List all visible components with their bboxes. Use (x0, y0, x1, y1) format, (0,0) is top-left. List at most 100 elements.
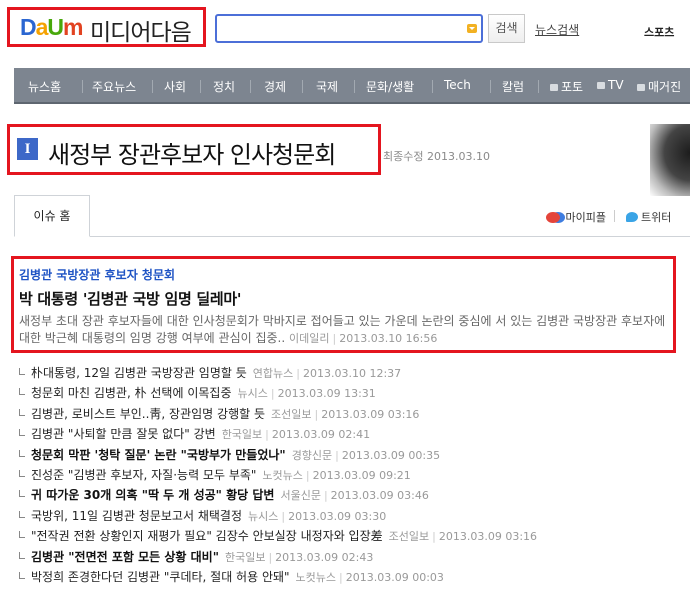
nav-item-photo[interactable]: 포토 (550, 78, 583, 95)
nav-item-world[interactable]: 국제 (316, 78, 338, 95)
meta-divider: | (339, 570, 343, 584)
featured-category-link[interactable]: 김병관 국방장관 후보자 청문회 (19, 266, 175, 283)
logo-letter: D (20, 14, 37, 40)
list-item: 귀 따가운 30개 의혹 "딱 두 개 성공" 황당 답변 서울신문 | 2013.0… (17, 485, 687, 505)
list-item: 청문회 마친 김병관, 朴 선택에 이목집중 뉴시스 | 2013.03.09 13:… (17, 383, 687, 403)
nav-item-main-news[interactable]: 주요뉴스 (92, 78, 136, 95)
share-divider (614, 210, 615, 222)
daum-logo[interactable]: DaUm (20, 14, 84, 41)
twitter-share-button[interactable]: 트위터 (626, 209, 671, 225)
meta-divider: | (265, 428, 269, 442)
article-title-link[interactable]: 김병관 "전면전 포함 모든 상황 대비" (31, 550, 219, 564)
logo-highlight-box[interactable]: DaUm 미디어다음 (7, 7, 206, 47)
meta-divider: | (335, 448, 339, 462)
mypeople-label: 마이피플 (565, 211, 606, 224)
nav-divider (354, 80, 355, 93)
nav-item-tech[interactable]: Tech (444, 78, 471, 92)
list-bullet-icon (19, 490, 25, 498)
search-input[interactable] (215, 14, 483, 43)
logo-letter: m (63, 14, 83, 40)
article-title-link[interactable]: 김병관, 로비스트 부인..靑, 장관임명 강행할 듯 (31, 407, 265, 421)
nav-item-label: 포토 (561, 80, 584, 94)
news-search-link[interactable]: 뉴스검색 (535, 21, 579, 38)
meta-divider: | (281, 509, 286, 523)
article-title-link[interactable]: 진성준 "김병관 후보자, 자질·능력 모두 부족" (31, 468, 256, 482)
article-date: 2013.03.09 13:31 (277, 387, 376, 401)
article-title-link[interactable]: 국방위, 11일 김병관 청문보고서 채택결정 (31, 509, 242, 523)
tab-issue-home[interactable]: 이슈 홈 (14, 195, 90, 237)
logo-letter: a (35, 14, 49, 40)
mypeople-share-button[interactable]: 마이피플 (546, 209, 606, 225)
article-title-link[interactable]: 청문회 마친 김병관, 朴 선택에 이목집중 (31, 386, 232, 400)
article-date: 2013.03.09 00:35 (341, 448, 441, 462)
featured-headline-link[interactable]: 박 대통령 '김병관 국방 임명 딜레마' (19, 288, 242, 309)
dropdown-arrow-icon[interactable] (467, 24, 477, 33)
list-bullet-icon (19, 368, 25, 375)
article-date: 2013.03.09 02:43 (275, 550, 374, 564)
article-source: 노컷뉴스 (295, 570, 337, 584)
sports-link[interactable]: 스포츠 (644, 24, 674, 40)
article-source: 뉴시스 (247, 509, 279, 523)
article-title-link[interactable]: 박정희 존경한다던 김병관 "쿠데타, 절대 허용 안돼" (31, 570, 290, 584)
article-date: 2013.03.10 12:37 (302, 367, 402, 380)
list-item: 朴대통령, 12일 김병관 국방장관 임명할 듯 연합뉴스 | 2013.03.10 … (17, 363, 687, 383)
article-source: 조선일보 (271, 407, 312, 421)
nav-divider (538, 80, 539, 93)
list-bullet-icon (19, 449, 25, 457)
nav-item-politics[interactable]: 정치 (213, 78, 235, 95)
list-item: 국방위, 11일 김병관 청문보고서 채택결정 뉴시스 | 2013.03.09 03… (17, 506, 687, 526)
article-source: 서울신문 (280, 489, 321, 503)
list-bullet-icon (19, 429, 25, 437)
article-date: 2013.03.09 03:16 (438, 530, 538, 544)
list-bullet-icon (19, 551, 25, 559)
nav-item-news-home[interactable]: 뉴스홈 (28, 78, 61, 95)
featured-source: 이데일리 (289, 332, 330, 345)
list-item: 진성준 "김병관 후보자, 자질·능력 모두 부족" 노컷뉴스 | 2013.03.0… (17, 465, 687, 485)
list-item: "전작권 전환 상황인지 재평가 필요" 김장수 안보실장 내정자와 입장差 조선… (17, 526, 687, 546)
search-button[interactable]: 검색 (488, 14, 525, 43)
article-title-link[interactable]: 청문회 막판 '청탁 질문' 논란 "국방부가 만들었나" (31, 448, 286, 462)
nav-item-magazine[interactable]: 매거진 (637, 78, 681, 95)
list-bullet-icon (19, 388, 25, 396)
article-date: 2013.03.09 09:21 (312, 468, 411, 482)
nav-divider (432, 80, 433, 93)
list-item: 김병관 "사퇴할 만큼 잘못 없다" 강변 한국일보 | 2013.03.09 02:… (17, 424, 687, 444)
logo-letter: U (47, 14, 64, 40)
list-bullet-icon (19, 510, 25, 518)
tv-icon (597, 82, 605, 89)
list-item: 청문회 막판 '청탁 질문' 논란 "국방부가 만들었나" 경향신문 | 2013.0… (17, 445, 687, 465)
camera-icon (550, 84, 558, 91)
article-title-link[interactable]: 김병관 "사퇴할 만큼 잘못 없다" 강변 (31, 427, 216, 441)
page-title: 새정부 장관후보자 인사청문회 (48, 141, 336, 169)
meta-divider: | (432, 530, 436, 544)
nav-item-label: TV (608, 78, 624, 92)
featured-summary[interactable]: 새정부 초대 장관 후보자들에 대한 인사청문회가 막바지로 접어들고 있는 가… (19, 313, 667, 347)
magazine-icon (637, 84, 645, 91)
list-item: 김병관 "전면전 포함 모든 상황 대비" 한국일보 | 2013.03.09 02:… (17, 547, 687, 567)
nav-divider (200, 80, 201, 93)
tab-underline (14, 236, 690, 237)
article-title-link[interactable]: "전작권 전환 상황인지 재평가 필요" 김장수 안보실장 내정자와 입장差 (31, 529, 383, 543)
article-title-link[interactable]: 朴대통령, 12일 김병관 국방장관 임명할 듯 (31, 366, 247, 380)
meta-divider: | (314, 407, 319, 421)
issue-title-highlight-box: I 새정부 장관후보자 인사청문회 (7, 124, 381, 175)
media-daum-title[interactable]: 미디어다음 (90, 13, 192, 47)
nav-divider (152, 80, 153, 93)
last-updated: 최종수정 2013.03.10 (383, 150, 490, 163)
list-bullet-icon (19, 469, 25, 477)
article-title-link[interactable]: 귀 따가운 30개 의혹 "딱 두 개 성공" 황당 답변 (31, 488, 274, 502)
twitter-label: 트위터 (641, 211, 672, 224)
nav-divider (490, 80, 491, 93)
article-date: 2013.03.09 00:03 (345, 570, 444, 584)
nav-item-column[interactable]: 칼럼 (502, 78, 524, 95)
issue-banner-image (650, 124, 690, 196)
nav-item-society[interactable]: 사회 (164, 78, 186, 95)
nav-item-culture[interactable]: 문화/생활 (366, 78, 414, 95)
list-item: 박정희 존경한다던 김병관 "쿠데타, 절대 허용 안돼" 노컷뉴스 | 2013.0… (17, 567, 687, 587)
nav-item-tv[interactable]: TV (597, 78, 624, 92)
nav-divider (250, 80, 251, 93)
twitter-bird-icon (626, 212, 638, 222)
meta-divider: | (332, 332, 337, 345)
article-source: 한국일보 (221, 428, 263, 442)
nav-item-economy[interactable]: 경제 (264, 78, 286, 95)
